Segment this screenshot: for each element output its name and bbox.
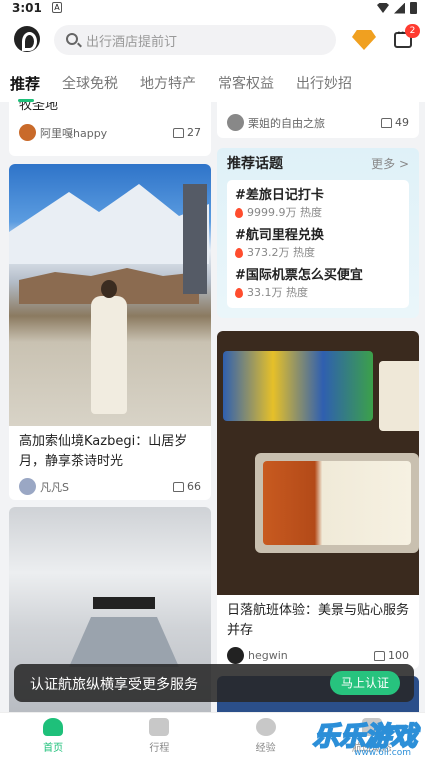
app-logo-icon[interactable] <box>14 26 40 52</box>
search-placeholder: 出行酒店提前订 <box>86 35 178 50</box>
photo-statue <box>183 184 207 294</box>
nav-trips[interactable]: 行程 <box>106 713 212 759</box>
topics-list: #差旅日记打卡 9999.9万 热度 #航司里程兑换 373.2万 热度 #国际… <box>227 180 409 308</box>
topics-header: 推荐话题 更多 > <box>217 148 419 178</box>
certify-button[interactable]: 马上认证 <box>330 671 400 695</box>
topic-item[interactable]: #差旅日记打卡 9999.9万 热度 <box>235 186 401 226</box>
search-icon <box>66 33 78 45</box>
feed-card[interactable]: 高加索仙境Kazbegi：山居岁月，静享茶诗时光 凡凡S 66 <box>9 164 211 500</box>
like-number: 100 <box>388 649 409 662</box>
like-number: 49 <box>395 116 409 129</box>
search-input[interactable]: 出行酒店提前订 <box>54 25 336 55</box>
topic-heat-value: 33.1万 热度 <box>247 286 308 299</box>
photo-cabin-sign <box>93 597 155 609</box>
certification-banner: 认证航旅纵横享受更多服务 马上认证 <box>14 664 414 702</box>
topic-title: #国际机票怎么买便宜 <box>235 268 363 283</box>
status-time: 3:01 <box>12 1 42 15</box>
card-title: 高加索仙境Kazbegi：山居岁月，静享茶诗时光 <box>19 434 188 469</box>
avatar <box>227 647 244 664</box>
thumbs-up-icon <box>374 650 385 661</box>
photo-person <box>91 280 127 414</box>
message-badge: 2 <box>405 24 420 38</box>
card-title: 牧圣地 <box>19 102 59 113</box>
like-number: 27 <box>187 126 201 139</box>
topic-heat: 373.2万 热度 <box>235 246 401 260</box>
nav-label: 经验 <box>255 743 276 754</box>
like-count[interactable]: 66 <box>173 480 201 493</box>
plane-icon <box>361 718 382 736</box>
like-count[interactable]: 100 <box>374 649 409 662</box>
battery-icon <box>410 2 417 14</box>
card-meta: 凡凡S 66 <box>9 478 211 495</box>
avatar <box>19 478 36 495</box>
fire-icon <box>235 248 243 258</box>
photo-aisle <box>69 617 179 667</box>
chat-bubble-icon <box>255 718 276 736</box>
photo-food <box>263 461 411 545</box>
photo-mountain <box>9 184 209 264</box>
wifi-icon <box>377 3 389 13</box>
topics-heading: 推荐话题 <box>227 156 283 172</box>
status-icons <box>377 2 417 14</box>
card-meta: hegwin 100 <box>217 647 419 664</box>
topics-more-link[interactable]: 更多 > <box>371 155 409 172</box>
topic-heat-value: 373.2万 热度 <box>247 246 315 259</box>
thumbs-up-icon <box>173 127 184 138</box>
topic-title: #差旅日记打卡 <box>235 188 324 203</box>
nav-label: 首页 <box>43 743 64 754</box>
tab-local-specialty[interactable]: 地方特产 <box>140 73 196 93</box>
status-bar: 3:01 A <box>0 0 425 18</box>
signal-icon <box>394 2 405 14</box>
suitcase-icon <box>149 718 170 736</box>
like-count[interactable]: 49 <box>381 116 409 129</box>
nav-home[interactable]: 首页 <box>0 713 106 759</box>
card-photo[interactable] <box>217 331 419 595</box>
banner-text: 认证航旅纵横享受更多服务 <box>30 677 198 693</box>
feed-card[interactable]: 日落航班体验：美景与贴心服务并存 hegwin 100 <box>217 331 419 669</box>
like-count[interactable]: 27 <box>173 126 201 139</box>
topic-item[interactable]: #国际机票怎么买便宜 33.1万 热度 <box>235 266 401 306</box>
author-name[interactable]: 阿里嘎happy <box>40 125 107 141</box>
tab-duty-free[interactable]: 全球免税 <box>62 73 118 93</box>
topic-heat: 9999.9万 热度 <box>235 206 401 220</box>
card-meta: 阿里嘎happy 27 <box>9 124 211 141</box>
feed-card[interactable]: 牧圣地 阿里嘎happy 27 <box>9 102 211 156</box>
author-name[interactable]: 栗姐的自由之旅 <box>248 115 325 131</box>
topic-item[interactable]: #航司里程兑换 373.2万 热度 <box>235 226 401 266</box>
tab-travel-tips[interactable]: 出行妙招 <box>296 73 352 93</box>
top-bar: 出行酒店提前订 2 <box>0 18 425 64</box>
category-tabs: 推荐 全球免税 地方特产 常客权益 出行妙招 <box>0 64 425 102</box>
vip-diamond-icon[interactable] <box>352 30 376 50</box>
tab-recommend[interactable]: 推荐 <box>10 73 40 102</box>
topic-title: #航司里程兑换 <box>235 228 324 243</box>
like-number: 66 <box>187 480 201 493</box>
bottom-nav: 首页 行程 经验 航班动态 <box>0 712 425 759</box>
recommended-topics: 推荐话题 更多 > #差旅日记打卡 9999.9万 热度 #航司里程兑换 373… <box>217 148 419 318</box>
home-icon <box>43 718 64 736</box>
topic-heat-value: 9999.9万 热度 <box>247 206 322 219</box>
feed-card[interactable]: 栗姐的自由之旅 49 <box>217 102 419 138</box>
nav-label: 航班动态 <box>351 743 392 754</box>
author-name[interactable]: 凡凡S <box>40 479 69 495</box>
topic-heat: 33.1万 热度 <box>235 286 401 300</box>
nav-experience[interactable]: 经验 <box>213 713 319 759</box>
card-meta: 栗姐的自由之旅 49 <box>217 114 419 131</box>
photo-cup <box>379 361 419 431</box>
author-name[interactable]: hegwin <box>248 649 288 662</box>
photo-snack <box>223 351 373 421</box>
card-photo[interactable] <box>9 164 211 426</box>
thumbs-up-icon <box>173 481 184 492</box>
nav-label: 行程 <box>149 743 170 754</box>
notification-icon: A <box>52 2 62 13</box>
fire-icon <box>235 208 243 218</box>
card-title: 日落航班体验：美景与贴心服务并存 <box>227 603 410 638</box>
feed[interactable]: 牧圣地 阿里嘎happy 27 栗姐的自由之旅 49 推荐话题 更多 > #差旅… <box>0 102 425 712</box>
avatar <box>19 124 36 141</box>
avatar <box>227 114 244 131</box>
nav-flight-status[interactable]: 航班动态 <box>319 713 425 759</box>
thumbs-up-icon <box>381 117 392 128</box>
fire-icon <box>235 288 243 298</box>
tab-frequent-flyer[interactable]: 常客权益 <box>218 73 274 93</box>
